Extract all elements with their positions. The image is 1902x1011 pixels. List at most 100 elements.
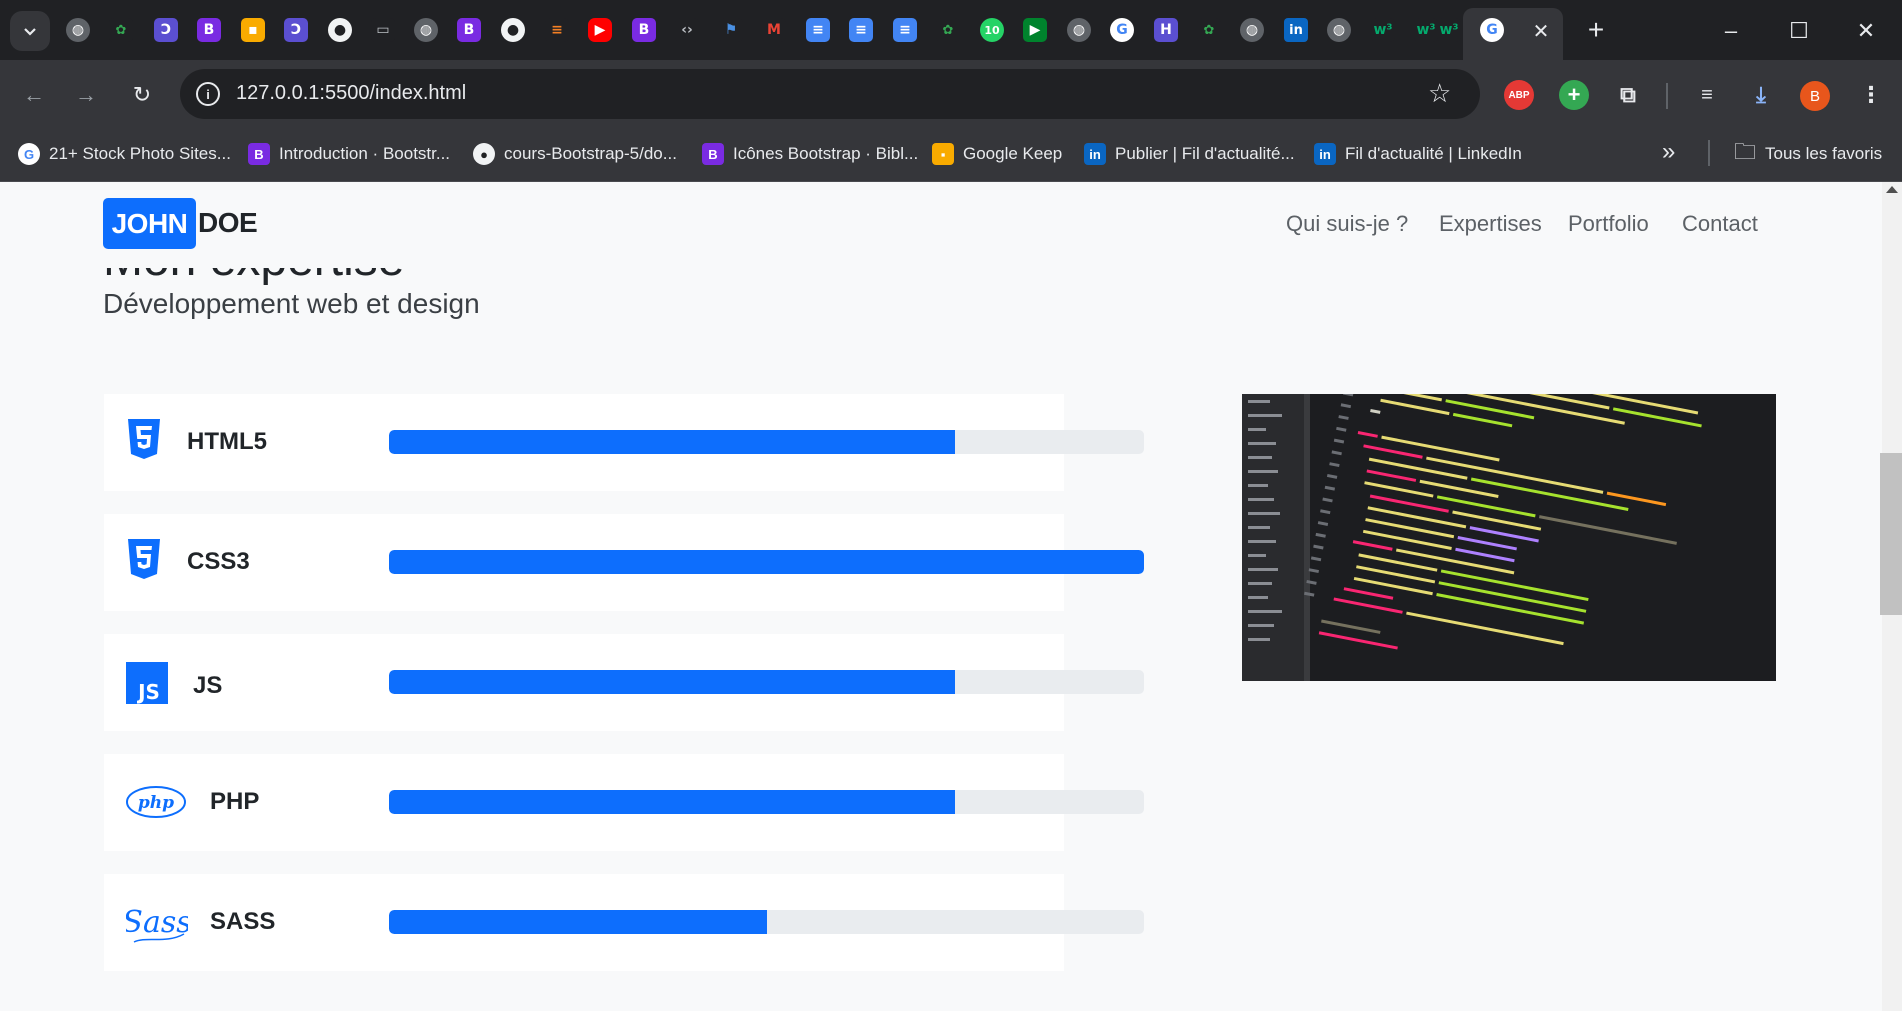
linkedin-icon[interactable]: in xyxy=(1284,18,1308,42)
bookmark-star-icon[interactable]: ☆ xyxy=(1428,80,1451,106)
skill-name: JS xyxy=(193,672,223,699)
site-info-icon[interactable]: i xyxy=(196,82,220,106)
globe-icon[interactable]: ◍ xyxy=(414,18,438,42)
window-close-icon[interactable]: ✕ xyxy=(1846,13,1886,49)
skill-card-css3: CSS3 xyxy=(104,514,1144,611)
scroll-up-arrow-icon[interactable] xyxy=(1886,186,1898,193)
url-text[interactable]: 127.0.0.1:5500/index.html xyxy=(236,82,466,105)
globe-icon[interactable]: ◍ xyxy=(1327,18,1351,42)
download-icon[interactable]: ⤓ xyxy=(1746,80,1776,110)
youtube-icon[interactable]: ▶ xyxy=(588,18,612,42)
savi-icon[interactable]: ✿ xyxy=(936,18,960,42)
whatsapp-icon[interactable]: 10 xyxy=(980,18,1004,42)
all-bookmarks-label: Tous les favoris xyxy=(1765,144,1883,163)
linkedin-icon: in xyxy=(1084,143,1106,165)
bookmark-item[interactable]: G 21+ Stock Photo Sites... xyxy=(18,139,231,169)
reading-list-icon[interactable]: ≡ xyxy=(1692,80,1722,110)
css3-icon xyxy=(128,539,160,579)
globe-icon[interactable]: ◍ xyxy=(1067,18,1091,42)
forward-icon[interactable]: → xyxy=(68,77,104,113)
adblock-label: ABP xyxy=(1508,89,1530,101)
w3schools-icon[interactable]: w³ xyxy=(1371,18,1395,42)
brand-logo-first[interactable]: JOHN xyxy=(103,198,196,249)
menu-kebab-icon[interactable]: ⋮ xyxy=(1856,80,1886,110)
flag-icon[interactable]: ⚑ xyxy=(719,18,743,42)
globe-icon[interactable]: ◍ xyxy=(66,18,90,42)
github-icon[interactable]: ● xyxy=(328,18,352,42)
google-icon[interactable]: G xyxy=(1480,18,1504,42)
bookmark-item[interactable]: B Icônes Bootstrap · Bibl... xyxy=(702,139,918,169)
skill-progress-track xyxy=(389,670,1144,694)
skill-progress-fill xyxy=(389,910,767,934)
meet-icon[interactable]: ▶ xyxy=(1023,18,1047,42)
tuxedo-icon[interactable]: Ↄ xyxy=(154,18,178,42)
back-icon[interactable]: ← xyxy=(16,77,52,113)
google-icon: G xyxy=(18,143,40,165)
bookmark-item[interactable]: B Introduction · Bootstr... xyxy=(248,139,450,169)
bookmark-label: 21+ Stock Photo Sites... xyxy=(49,144,231,163)
more-bookmarks-icon[interactable]: » xyxy=(1662,138,1675,166)
chevron-down-icon xyxy=(24,28,36,36)
stackoverflow-icon[interactable]: ≡ xyxy=(545,18,569,42)
all-bookmarks-folder[interactable]: 🗀 Tous les favoris xyxy=(1734,139,1882,169)
skill-card-js: JS JS xyxy=(104,634,1144,731)
tab-search-button[interactable] xyxy=(10,11,50,51)
section-subtitle: Développement web et design xyxy=(103,288,480,319)
svg-text:Sass: Sass xyxy=(126,905,188,940)
nav-link-contact[interactable]: Contact xyxy=(1682,211,1758,237)
savi-icon[interactable]: ✿ xyxy=(109,18,133,42)
globe-icon[interactable]: ◍ xyxy=(1240,18,1264,42)
js-icon: JS xyxy=(126,662,168,704)
sass-icon: Sass xyxy=(126,905,188,943)
bookmark-item[interactable]: ● cours-Bootstrap-5/do... xyxy=(473,139,677,169)
skill-progress-fill xyxy=(389,550,1144,574)
profile-initial: B xyxy=(1809,87,1820,105)
nav-link-about[interactable]: Qui suis-je ? xyxy=(1286,211,1408,237)
brand-logo-last[interactable]: DOE xyxy=(198,207,258,239)
bootstrap-icon[interactable]: B xyxy=(457,18,481,42)
nav-link-expertises[interactable]: Expertises xyxy=(1439,211,1542,237)
keep-icon[interactable]: ▪ xyxy=(241,18,265,42)
bookmark-item[interactable]: in Fil d'actualité | LinkedIn xyxy=(1314,139,1522,169)
adblock-icon[interactable]: ABP xyxy=(1504,80,1534,110)
window-icon[interactable]: ▭ xyxy=(371,18,395,42)
maximize-icon[interactable]: ☐ xyxy=(1779,13,1819,49)
toolbar-separator xyxy=(1666,83,1668,109)
w3schools-icon[interactable]: w³ xyxy=(1437,18,1461,42)
reload-icon[interactable]: ↻ xyxy=(124,77,160,113)
bookmarks-separator xyxy=(1708,140,1710,166)
skill-name: SASS xyxy=(210,908,276,935)
close-tab-icon[interactable]: ✕ xyxy=(1527,17,1555,45)
scrollbar-thumb[interactable] xyxy=(1880,453,1902,615)
docs-icon[interactable]: ≡ xyxy=(806,18,830,42)
folder-icon: 🗀 xyxy=(1734,139,1757,164)
bookmark-item[interactable]: in Publier | Fil d'actualité... xyxy=(1084,139,1295,169)
tuxedo-icon[interactable]: Ↄ xyxy=(284,18,308,42)
new-tab-button[interactable]: + xyxy=(1580,14,1612,46)
code-editor-illustration xyxy=(1242,394,1776,681)
bookmark-label: Publier | Fil d'actualité... xyxy=(1115,144,1295,163)
docs-icon[interactable]: ≡ xyxy=(893,18,917,42)
code-icon[interactable]: ‹› xyxy=(675,18,699,42)
add-extension-icon[interactable]: + xyxy=(1559,80,1589,110)
gmail-icon[interactable]: M xyxy=(762,18,786,42)
bootstrap-icon[interactable]: B xyxy=(197,18,221,42)
savi-icon[interactable]: ✿ xyxy=(1197,18,1221,42)
html5-icon xyxy=(128,419,160,459)
bookmark-label: cours-Bootstrap-5/do... xyxy=(504,144,677,163)
docs-icon[interactable]: ≡ xyxy=(849,18,873,42)
nav-link-portfolio[interactable]: Portfolio xyxy=(1568,211,1649,237)
w3schools-icon[interactable]: w³ xyxy=(1414,18,1438,42)
extensions-puzzle-icon[interactable]: ⧉ xyxy=(1613,80,1643,110)
minimize-icon[interactable]: – xyxy=(1711,13,1751,49)
skill-name: PHP xyxy=(210,788,260,815)
bootstrap-icon[interactable]: B xyxy=(632,18,656,42)
google-icon[interactable]: G xyxy=(1110,18,1134,42)
bootstrap-icon: B xyxy=(702,143,724,165)
github-icon[interactable]: ● xyxy=(501,18,525,42)
bookmark-item[interactable]: ▪ Google Keep xyxy=(932,139,1062,169)
profile-avatar[interactable]: B xyxy=(1800,81,1830,111)
bookmark-label: Introduction · Bootstr... xyxy=(279,144,451,163)
tuxedo-icon[interactable]: H xyxy=(1154,18,1178,42)
skill-card-sass: Sass SASS xyxy=(104,874,1144,971)
